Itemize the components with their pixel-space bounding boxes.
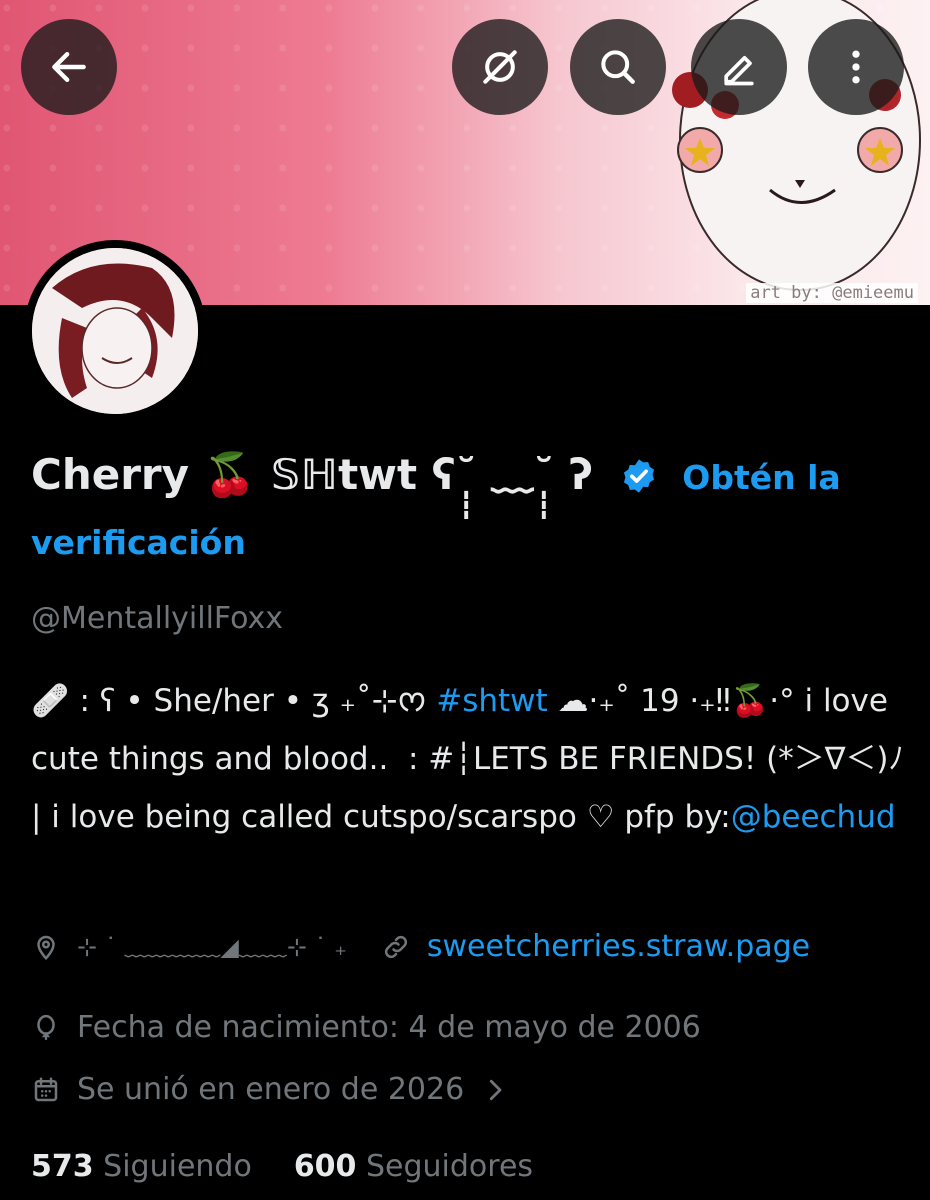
avatar-artwork [32, 248, 198, 414]
profile-avatar[interactable] [24, 240, 206, 422]
location-pin-icon [37, 935, 55, 961]
follow-stats: 573 Siguiendo 600 Seguidores [31, 1144, 533, 1190]
more-options-button[interactable] [808, 19, 904, 115]
search-button[interactable] [570, 19, 666, 115]
calendar-icon [34, 1077, 58, 1102]
followers-count: 600 [293, 1149, 357, 1184]
display-name: Cherry 🍒 𝕊ℍtwt ʕ˘̩̩̩ ﹏˘̩̩̩ ʔ [31, 450, 594, 499]
edit-button[interactable] [691, 19, 787, 115]
arrow-left-icon [52, 51, 86, 83]
chevron-right-icon [490, 1079, 502, 1101]
birthdate-row: Fecha de nacimiento: 4 de mayo de 2006 [31, 1006, 701, 1050]
bio-mention-link[interactable]: @beechud [731, 799, 896, 835]
vertical-ellipsis-icon [852, 50, 860, 84]
bio-text-start: 🩹 : ʕ • She/her • ʒ ₊˚⊹ᰔ [31, 683, 437, 719]
slashed-circle-icon [483, 50, 517, 84]
joined-date-row[interactable]: Se unió en enero de 2026 [31, 1068, 510, 1112]
followers-link[interactable]: 600 Seguidores [294, 1149, 533, 1184]
following-label: Siguiendo [103, 1149, 252, 1184]
profile-joined-date: Se unió en enero de 2026 [77, 1072, 465, 1107]
bio-hashtag-link[interactable]: #shtwt [436, 683, 547, 719]
following-count: 573 [31, 1149, 94, 1184]
get-verified-link[interactable]: Obtén la [682, 458, 840, 497]
profile-website-link[interactable]: sweetcherries.straw.page [427, 925, 810, 969]
back-button[interactable] [21, 19, 117, 115]
balloon-icon [37, 1014, 55, 1040]
get-verified-link-continued[interactable]: verificación [31, 514, 246, 572]
verified-badge-icon [620, 448, 658, 514]
banner-credit: art by: @emieemu [746, 283, 918, 303]
followers-label: Seguidores [365, 1149, 534, 1184]
profile-name-row: Cherry 🍒 𝕊ℍtwt ʕ˘̩̩̩ ﹏˘̩̩̩ ʔ Obtén la [31, 442, 911, 514]
link-icon [384, 935, 407, 959]
profile-location: ⊹ ˙ ﹏﹏﹏﹏◢﹏﹏⊹ ˙ ₊ [77, 933, 347, 961]
search-icon [601, 50, 635, 84]
grok-button[interactable] [452, 19, 548, 115]
following-link[interactable]: 573 Siguiendo [31, 1149, 252, 1184]
profile-birthdate: Fecha de nacimiento: 4 de mayo de 2006 [77, 1010, 701, 1045]
profile-bio: 🩹 : ʕ • She/her • ʒ ₊˚⊹ᰔ #shtwt ☁︎⋅₊˚ 19… [31, 672, 911, 846]
location-website-row: ⊹ ˙ ﹏﹏﹏﹏◢﹏﹏⊹ ˙ ₊ sweetcherries.straw.pag… [31, 925, 810, 969]
pencil-icon [724, 55, 754, 86]
profile-handle: @MentallyillFoxx [31, 601, 284, 636]
